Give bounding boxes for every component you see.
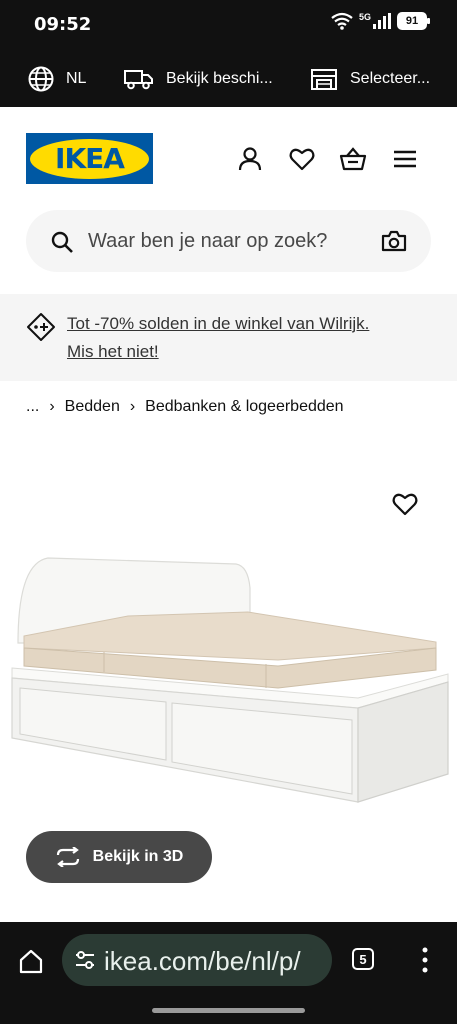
chevron-right-icon: › bbox=[49, 398, 55, 415]
search-icon bbox=[51, 231, 73, 253]
camera-search-icon[interactable] bbox=[381, 229, 407, 253]
home-icon[interactable] bbox=[18, 948, 44, 974]
tab-switcher-button[interactable]: 5 bbox=[352, 948, 374, 970]
promo-link[interactable]: Tot -70% solden in de winkel van Wilrijk… bbox=[67, 310, 369, 366]
store-label: Selecteer... bbox=[350, 69, 431, 87]
heart-icon[interactable] bbox=[288, 145, 316, 173]
delivery-label: Bekijk beschi... bbox=[166, 69, 273, 87]
breadcrumb-item-bedden[interactable]: Bedden bbox=[65, 398, 120, 416]
promo-line-2: Mis het niet! bbox=[67, 342, 159, 361]
globe-icon bbox=[28, 66, 54, 91]
browser-bar: ikea.com/be/nl/p/ 5 bbox=[0, 922, 457, 1024]
status-time: 09:52 bbox=[34, 14, 92, 35]
search-input[interactable]: Waar ben je naar op zoek? bbox=[26, 210, 431, 272]
url-text: ikea.com/be/nl/p/ bbox=[104, 946, 301, 976]
network-type-label: 5G bbox=[358, 12, 371, 22]
language-selector[interactable]: NL bbox=[28, 50, 86, 107]
view-3d-label: Bekijk in 3D bbox=[92, 848, 184, 865]
view-3d-button[interactable]: Bekijk in 3D bbox=[26, 831, 212, 883]
battery-icon: 91 bbox=[397, 12, 430, 30]
breadcrumb-item-bedbanken[interactable]: Bedbanken & logeerbedden bbox=[145, 398, 343, 416]
language-label: NL bbox=[66, 69, 87, 87]
top-info-bar: NL Bekijk beschi... Selecteer... bbox=[0, 50, 457, 107]
promo-banner: Tot -70% solden in de winkel van Wilrijk… bbox=[0, 294, 457, 381]
rotate-3d-icon bbox=[56, 847, 79, 867]
menu-icon[interactable] bbox=[391, 145, 419, 173]
more-options-icon[interactable] bbox=[420, 946, 430, 974]
chevron-right-icon: › bbox=[129, 398, 136, 415]
wifi-icon bbox=[331, 12, 353, 30]
status-bar: 09:52 5G 91 bbox=[0, 0, 457, 50]
delivery-selector[interactable]: Bekijk beschi... bbox=[124, 50, 273, 107]
site-settings-icon[interactable] bbox=[74, 950, 96, 970]
logo-text: IKEA bbox=[55, 142, 125, 175]
price-tag-icon bbox=[27, 313, 55, 341]
promo-line-1: Tot -70% solden in de winkel van Wilrijk… bbox=[67, 314, 370, 333]
store-selector[interactable]: Selecteer... bbox=[310, 50, 430, 107]
product-image[interactable] bbox=[8, 548, 450, 808]
site-header: IKEA bbox=[0, 107, 457, 207]
basket-icon[interactable] bbox=[339, 145, 367, 173]
favourite-heart-icon[interactable] bbox=[391, 490, 419, 518]
signal-icon bbox=[373, 13, 391, 29]
account-icon[interactable] bbox=[236, 145, 264, 173]
search-placeholder: Waar ben je naar op zoek? bbox=[88, 230, 328, 252]
truck-icon bbox=[124, 69, 153, 89]
store-icon bbox=[311, 68, 337, 90]
ikea-logo[interactable]: IKEA bbox=[26, 133, 153, 184]
address-bar[interactable]: ikea.com/be/nl/p/ bbox=[62, 934, 332, 986]
gesture-handle[interactable] bbox=[152, 1008, 305, 1013]
status-icons: 5G 91 bbox=[331, 12, 430, 30]
breadcrumb: ... › Bedden › Bedbanken & logeerbedden bbox=[26, 398, 344, 416]
breadcrumb-ellipsis[interactable]: ... bbox=[26, 398, 39, 416]
